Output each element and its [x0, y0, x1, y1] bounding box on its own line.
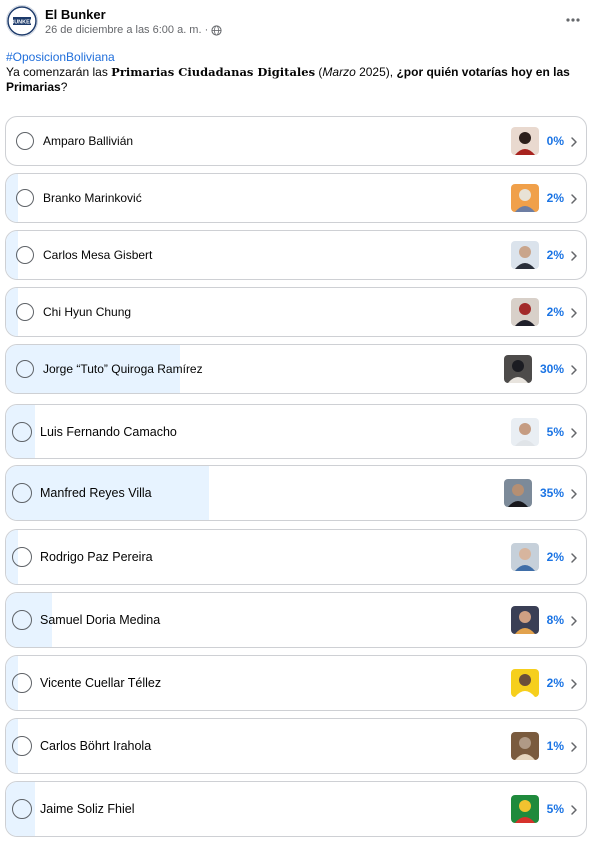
chevron-right-icon: [570, 487, 578, 499]
poll-radio[interactable]: [16, 132, 34, 150]
poll-option[interactable]: Rodrigo Paz Pereira 2%: [5, 529, 587, 585]
poll-radio[interactable]: [12, 610, 32, 630]
poll-option-label: Vicente Cuellar Téllez: [40, 676, 162, 690]
poll-radio[interactable]: [16, 303, 34, 321]
svg-text:BUNKER: BUNKER: [10, 20, 34, 26]
poll-option-percent: 2%: [546, 676, 564, 690]
poll-radio[interactable]: [12, 673, 32, 693]
poll-option[interactable]: Samuel Doria Medina 8%: [5, 592, 587, 648]
poll-option[interactable]: Luis Fernando Camacho 5%: [5, 404, 587, 459]
poll-radio[interactable]: [12, 483, 32, 503]
poll-option-label: Branko Marinković: [43, 191, 142, 205]
chevron-right-icon: [570, 740, 578, 752]
candidate-photo: [510, 184, 539, 212]
post-text-1: Ya comenzarán las: [6, 65, 112, 79]
candidate-photo: [510, 606, 539, 634]
poll-option[interactable]: Amparo Ballivián 0%: [5, 116, 587, 166]
post-timestamp[interactable]: 26 de diciembre a las 6:00 a. m. ·: [45, 24, 208, 36]
chevron-right-icon: [570, 677, 578, 689]
poll-option-label: Samuel Doria Medina: [40, 613, 161, 627]
poll-option-label: Jaime Soliz Fhiel: [40, 802, 135, 816]
candidate-photo: [510, 669, 539, 697]
poll-radio[interactable]: [16, 246, 34, 264]
chevron-right-icon: [570, 306, 578, 318]
poll-option-percent: 5%: [546, 802, 564, 816]
poll-option-percent: 2%: [546, 248, 564, 262]
bunker-logo: BUNKER: [7, 6, 37, 36]
poll-option-percent: 2%: [546, 191, 564, 205]
poll-radio[interactable]: [12, 799, 32, 819]
page-name[interactable]: El Bunker: [45, 7, 106, 22]
candidate-photo: [510, 241, 539, 269]
more-dots-icon: [566, 18, 580, 22]
poll-option[interactable]: Branko Marinković 2%: [5, 173, 587, 223]
poll-option-percent: 8%: [546, 613, 564, 627]
globe-icon: [211, 24, 222, 36]
more-options-button[interactable]: [565, 12, 581, 28]
poll-option-percent: 2%: [546, 550, 564, 564]
poll-option-label: Jorge “Tuto” Quiroga Ramírez: [43, 362, 203, 376]
post-text-3: 2025),: [355, 65, 397, 79]
chevron-right-icon: [570, 551, 578, 563]
poll-option-percent: 35%: [539, 486, 564, 500]
candidate-photo: [510, 127, 539, 155]
candidate-photo: [510, 543, 539, 571]
post-header: BUNKER El Bunker 26 de diciembre a las 6…: [0, 0, 599, 44]
poll-radio[interactable]: [12, 547, 32, 567]
poll-option[interactable]: Chi Hyun Chung 2%: [5, 287, 587, 337]
chevron-right-icon: [570, 135, 578, 147]
chevron-right-icon: [570, 614, 578, 626]
poll-option-label: Luis Fernando Camacho: [40, 424, 177, 439]
candidate-photo: [510, 417, 539, 446]
poll-option-percent: 5%: [546, 424, 564, 439]
poll-radio[interactable]: [16, 189, 34, 207]
post-text-bold-1: Primarias Ciudadanas Digitales: [111, 65, 316, 79]
candidate-photo: [510, 298, 539, 326]
candidate-photo: [503, 479, 532, 507]
poll-radio[interactable]: [16, 360, 34, 378]
poll-option-label: Chi Hyun Chung: [43, 305, 132, 319]
poll-option[interactable]: Jorge “Tuto” Quiroga Ramírez 30%: [5, 344, 587, 394]
page-avatar[interactable]: BUNKER: [6, 5, 38, 37]
post-text-4: ?: [60, 80, 68, 94]
poll-option[interactable]: Vicente Cuellar Téllez 2%: [5, 655, 587, 711]
chevron-right-icon: [570, 426, 578, 438]
poll-option[interactable]: Manfred Reyes Villa 35%: [5, 465, 587, 521]
post-text-italic: Marzo: [322, 65, 356, 79]
post-meta: 26 de diciembre a las 6:00 a. m. ·: [45, 24, 222, 36]
poll-option-label: Carlos Mesa Gisbert: [43, 248, 153, 262]
hashtag-link[interactable]: #OposicionBoliviana: [6, 50, 115, 64]
candidate-photo: [503, 355, 532, 383]
poll-radio[interactable]: [12, 421, 32, 442]
poll-option-percent: 30%: [539, 362, 564, 376]
chevron-right-icon: [570, 192, 578, 204]
poll-option-label: Carlos Böhrt Irahola: [40, 739, 152, 753]
poll-option-label: Amparo Ballivián: [43, 134, 134, 148]
poll-option[interactable]: Carlos Böhrt Irahola 1%: [5, 718, 587, 774]
poll-option[interactable]: Carlos Mesa Gisbert 2%: [5, 230, 587, 280]
candidate-photo: [510, 732, 539, 760]
poll-option-percent: 2%: [546, 305, 564, 319]
post-text: Ya comenzarán las Primarias Ciudadanas D…: [6, 65, 591, 95]
chevron-right-icon: [570, 363, 578, 375]
poll-option-percent: 0%: [546, 134, 564, 148]
poll-option-label: Manfred Reyes Villa: [40, 486, 152, 500]
chevron-right-icon: [570, 803, 578, 815]
poll-option-label: Rodrigo Paz Pereira: [40, 550, 153, 564]
chevron-right-icon: [570, 249, 578, 261]
candidate-photo: [510, 795, 539, 823]
poll-option[interactable]: Jaime Soliz Fhiel 5%: [5, 781, 587, 837]
poll-radio[interactable]: [12, 736, 32, 756]
poll-option-percent: 1%: [546, 739, 564, 753]
